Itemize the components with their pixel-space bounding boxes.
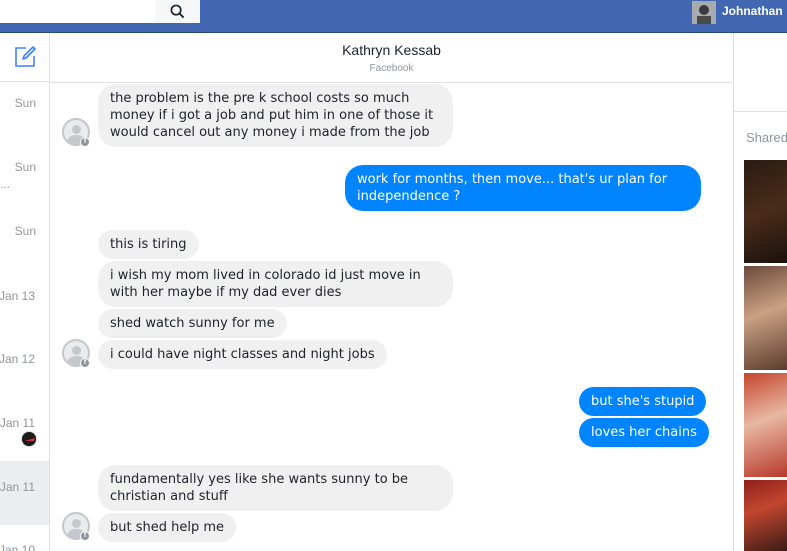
conversation-date[interactable]: Sun [15,96,36,110]
shared-photo[interactable] [744,480,787,551]
conversation-date[interactable]: Jan 12 [0,352,35,366]
incoming-message[interactable]: but shed help me [98,513,237,542]
new-message-button[interactable] [0,33,50,82]
shared-photo[interactable] [744,266,787,370]
outgoing-message[interactable]: work for months, then move... that's ur … [345,165,701,211]
user-avatar[interactable] [692,1,716,24]
facebook-badge-icon: f [80,137,90,147]
incoming-message[interactable]: fundamentally yes like she wants sunny t… [98,465,453,511]
incoming-message[interactable]: the problem is the pre k school costs so… [98,84,453,147]
incoming-message[interactable]: i could have night classes and night job… [98,340,387,369]
contact-subtitle: Facebook [369,63,414,74]
top-navigation-bar: Johnathan [0,0,787,33]
more-indicator: ... [0,177,11,191]
user-name-link[interactable]: Johnathan [722,4,783,18]
search-icon [170,4,185,19]
incoming-message[interactable]: i wish my mom lived in colorado id just … [98,261,453,307]
conversation-header: Kathryn Kessab Facebook [50,33,733,83]
outgoing-message[interactable]: but she's stupid [579,387,707,416]
incoming-message[interactable]: shed watch sunny for me [98,309,287,338]
facebook-badge-icon: f [80,531,90,541]
shared-photo[interactable] [744,373,787,477]
facebook-badge-icon: f [80,358,90,368]
conversation-date[interactable]: Jan 10 [0,543,35,551]
conversation-date[interactable]: Jan 11 [0,480,35,494]
compose-icon [15,46,36,67]
info-panel: Shared [733,33,787,551]
conversation-list: Sun Sun ... Sun Jan 13 Jan 12 Jan 11 Jan… [0,33,50,551]
outgoing-message[interactable]: loves her chains [579,418,709,447]
conversation-avatar [21,431,37,447]
incoming-message[interactable]: this is tiring [98,230,199,259]
contact-name[interactable]: Kathryn Kessab [50,42,733,58]
conversation-date[interactable]: Sun [15,160,36,174]
shared-photo[interactable] [744,160,787,263]
search-button[interactable] [155,0,200,23]
conversation-date[interactable]: Sun [15,224,36,238]
conversation-date[interactable]: Jan 13 [0,289,35,303]
panel-divider [734,111,787,112]
shared-photos-label: Shared [746,130,787,145]
search-input[interactable] [0,0,155,23]
conversation-date[interactable]: Jan 11 [0,416,35,430]
